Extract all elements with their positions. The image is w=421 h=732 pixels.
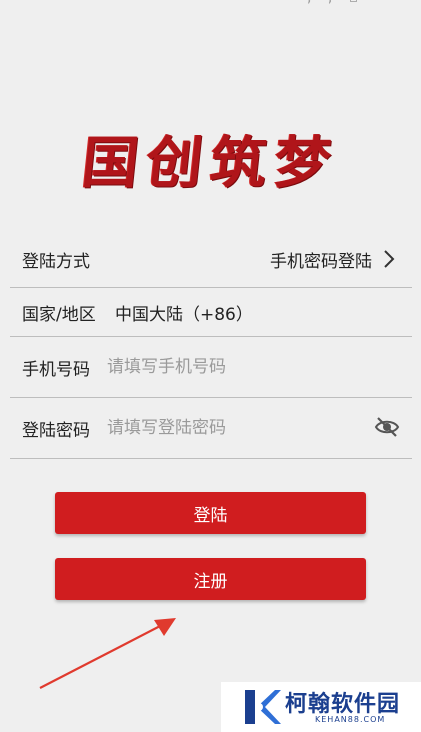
red-annotation-arrow <box>39 618 176 689</box>
chevron-right-icon[interactable] <box>382 248 396 270</box>
login-method-row[interactable]: 登陆方式 手机密码登陆 <box>10 232 412 288</box>
password-label: 登陆密码 <box>22 420 90 441</box>
region-value[interactable]: 中国大陆（+86） <box>115 300 253 325</box>
register-button[interactable]: 注册 <box>55 558 366 600</box>
region-row[interactable]: 国家/地区 中国大陆（+86） <box>10 288 412 337</box>
watermark-title: 柯翰软件园 <box>285 692 401 717</box>
watermark-subtitle: KEHAN88.COM <box>315 715 386 724</box>
login-form: 登陆方式 手机密码登陆 国家/地区 中国大陆（+86） 手机号码 登陆密码 <box>10 232 412 459</box>
app-logo-text: 国创筑梦 <box>78 129 342 196</box>
phone-label: 手机号码 <box>22 359 90 380</box>
eye-off-icon[interactable] <box>374 416 400 438</box>
password-row: 登陆密码 <box>10 398 412 459</box>
login-method-label: 登陆方式 <box>22 252 90 272</box>
status-icons: ' ◦ , , ▫ <box>262 0 364 6</box>
app-logo: 国创筑梦 <box>0 118 421 198</box>
login-button[interactable]: 登陆 <box>55 492 366 534</box>
phone-input[interactable] <box>107 352 357 382</box>
password-input[interactable] <box>107 413 357 443</box>
kehan-logo-icon <box>245 690 281 724</box>
watermark: 柯翰软件园 KEHAN88.COM <box>221 682 421 732</box>
phone-row: 手机号码 <box>10 337 412 398</box>
login-method-value[interactable]: 手机密码登陆 <box>270 247 372 272</box>
status-bar: ' ◦ , , ▫ <box>0 0 421 8</box>
region-label: 国家/地区 <box>22 304 96 325</box>
